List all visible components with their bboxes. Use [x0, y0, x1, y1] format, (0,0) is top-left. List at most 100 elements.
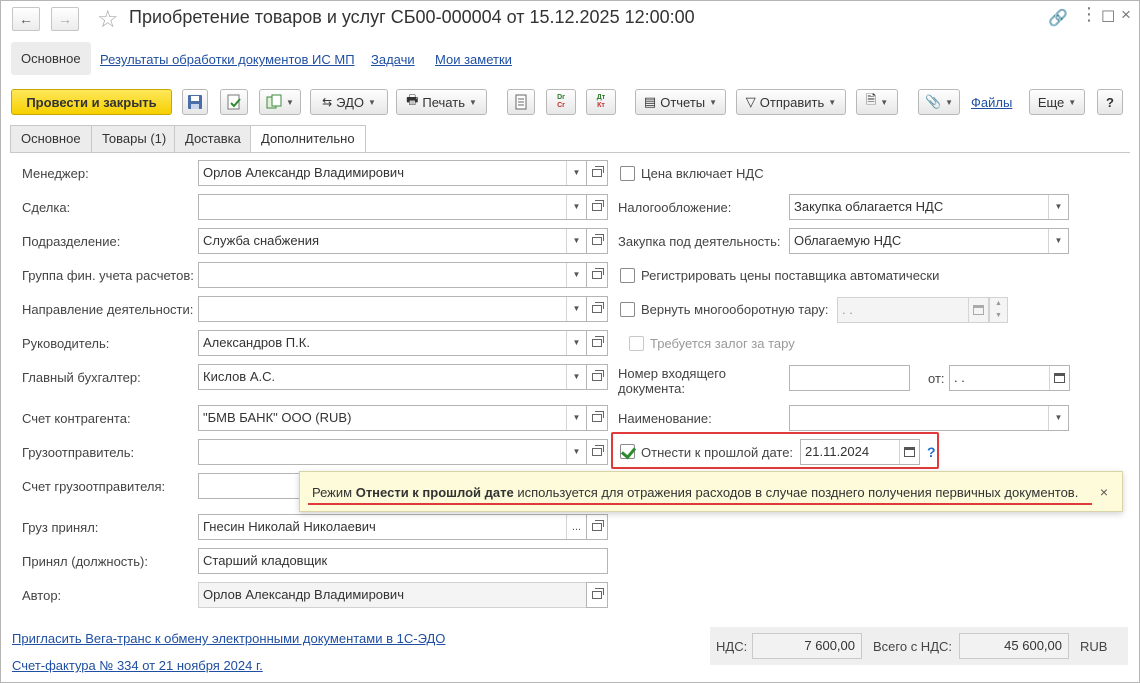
open-division-button[interactable] [586, 228, 608, 254]
head-field[interactable]: Александров П.К. ▼ [198, 330, 587, 356]
tab-additional[interactable]: Дополнительно [250, 125, 366, 153]
division-label: Подразделение: [22, 234, 121, 249]
back-button[interactable]: ← [12, 7, 40, 31]
open-icon [592, 445, 604, 456]
tab-delivery[interactable]: Доставка [174, 125, 252, 152]
calendar-icon[interactable] [899, 440, 919, 464]
received-field[interactable]: Гнесин Николай Николаевич ... [198, 514, 587, 540]
register-prices-checkbox[interactable] [620, 268, 635, 283]
shipper-account-field[interactable] [198, 473, 308, 499]
save-button[interactable] [182, 89, 208, 115]
edo-button[interactable]: ⇆ ЭДО ▼ [310, 89, 388, 115]
purchase-activity-select[interactable]: Облагаемую НДС ▼ [789, 228, 1069, 254]
past-date-checkbox[interactable] [620, 444, 635, 459]
direction-field[interactable]: ▼ [198, 296, 587, 322]
document-list-button[interactable] [507, 89, 535, 115]
tab-goods[interactable]: Товары (1) [91, 125, 178, 152]
chevron-down-icon: ▼ [880, 97, 889, 107]
name-select[interactable]: ▼ [789, 405, 1069, 431]
link-tasks[interactable]: Задачи [371, 52, 415, 67]
chevron-down-icon[interactable]: ▼ [566, 229, 586, 253]
position-field[interactable]: Старший кладовщик [198, 548, 608, 574]
open-fin-group-button[interactable] [586, 262, 608, 288]
incoming-date-value: . . [954, 370, 965, 385]
open-accountant-button[interactable] [586, 364, 608, 390]
dr-cr-button[interactable]: Dr Cr [546, 89, 576, 115]
reports-label: Отчеты [660, 94, 706, 110]
open-account-button[interactable] [586, 405, 608, 431]
post-button[interactable] [220, 89, 248, 115]
author-field: Орлов Александр Владимирович [198, 582, 587, 608]
chevron-down-icon[interactable]: ▼ [566, 297, 586, 321]
link-icon[interactable]: 🔗 [1048, 8, 1068, 28]
account-label: Счет контрагента: [22, 411, 131, 426]
incoming-date-field[interactable]: . . [949, 365, 1070, 391]
post-and-close-button[interactable]: Провести и закрыть [11, 89, 172, 115]
chevron-down-icon[interactable]: ▼ [1048, 406, 1068, 430]
link-notes[interactable]: Мои заметки [435, 52, 512, 67]
vat-included-checkbox[interactable] [620, 166, 635, 181]
link-ismp-results[interactable]: Результаты обработки документов ИС МП [100, 52, 355, 67]
chevron-down-icon[interactable]: ▼ [566, 195, 586, 219]
open-shipper-button[interactable] [586, 439, 608, 465]
manager-field[interactable]: Орлов Александр Владимирович ▼ [198, 160, 587, 186]
incoming-num-field[interactable] [789, 365, 910, 391]
arrow-left-icon: ← [19, 11, 33, 27]
more-vert-icon[interactable]: ⋮ [1080, 4, 1098, 25]
chevron-down-icon: ▼ [286, 97, 294, 107]
return-tare-checkbox[interactable] [620, 302, 635, 317]
section-main[interactable]: Основное [11, 42, 91, 75]
account-field[interactable]: "БМВ БАНК" ООО (RUB) ▼ [198, 405, 587, 431]
tasks-button[interactable]: 🗎 ▼ [856, 89, 898, 115]
chevron-down-icon[interactable]: ▼ [1048, 195, 1068, 219]
open-manager-button[interactable] [586, 160, 608, 186]
chevron-down-icon[interactable]: ▼ [566, 263, 586, 287]
taxation-select[interactable]: Закупка облагается НДС ▼ [789, 194, 1069, 220]
shipper-field[interactable]: ▼ [198, 439, 587, 465]
chevron-down-icon: ▼ [1068, 97, 1077, 107]
chevron-down-icon[interactable]: ▼ [566, 440, 586, 464]
accountant-field[interactable]: Кислов А.С. ▼ [198, 364, 587, 390]
create-based-icon [266, 94, 282, 110]
calendar-icon[interactable] [1049, 366, 1069, 390]
create-based-on-button[interactable]: ▼ [259, 89, 301, 115]
chevron-down-icon[interactable]: ▼ [1048, 229, 1068, 253]
attach-button[interactable]: 📎 ▼ [918, 89, 960, 115]
deal-field[interactable]: ▼ [198, 194, 587, 220]
open-deal-button[interactable] [586, 194, 608, 220]
past-date-value: 21.11.2024 [805, 444, 870, 459]
forward-button[interactable]: → [51, 7, 79, 31]
tooltip-suffix: используется для отражения расходов в сл… [513, 485, 1079, 500]
files-link[interactable]: Файлы [971, 95, 1012, 110]
invoice-link[interactable]: Счет-фактура № 334 от 21 ноября 2024 г. [12, 658, 263, 673]
more-button[interactable]: Еще ▼ [1029, 89, 1085, 115]
past-date-field[interactable]: 21.11.2024 [800, 439, 920, 465]
chevron-down-icon[interactable]: ▼ [566, 161, 586, 185]
help-button[interactable]: ? [1097, 89, 1123, 115]
tab-main[interactable]: Основное [10, 125, 92, 152]
dt-kt-button[interactable]: Дт Кт [586, 89, 616, 115]
open-head-button[interactable] [586, 330, 608, 356]
chevron-down-icon[interactable]: ▼ [566, 331, 586, 355]
print-button[interactable]: 🖶 Печать ▼ [396, 89, 487, 115]
open-received-button[interactable] [586, 514, 608, 540]
reports-button[interactable]: ▤ Отчеты ▼ [635, 89, 726, 115]
tooltip-close-icon[interactable]: × [1100, 472, 1108, 513]
maximize-icon[interactable]: ☐ [1101, 7, 1115, 27]
invite-edo-link[interactable]: Пригласить Вега-транс к обмену электронн… [12, 631, 445, 646]
fin-group-field[interactable]: ▼ [198, 262, 587, 288]
close-icon[interactable]: × [1121, 5, 1131, 25]
past-date-help-icon[interactable]: ? [927, 444, 936, 460]
send-button[interactable]: ▽ Отправить ▼ [736, 89, 846, 115]
print-label: Печать [422, 94, 465, 110]
select-ellipsis-icon[interactable]: ... [566, 515, 586, 539]
open-author-button[interactable] [586, 582, 608, 608]
favorite-star-icon[interactable]: ☆ [97, 5, 119, 34]
division-field[interactable]: Служба снабжения ▼ [198, 228, 587, 254]
chevron-down-icon[interactable]: ▼ [566, 365, 586, 389]
vat-label: НДС: [716, 639, 748, 654]
open-direction-button[interactable] [586, 296, 608, 322]
received-label: Груз принял: [22, 520, 99, 535]
head-value: Александров П.К. [203, 335, 310, 350]
chevron-down-icon[interactable]: ▼ [566, 406, 586, 430]
